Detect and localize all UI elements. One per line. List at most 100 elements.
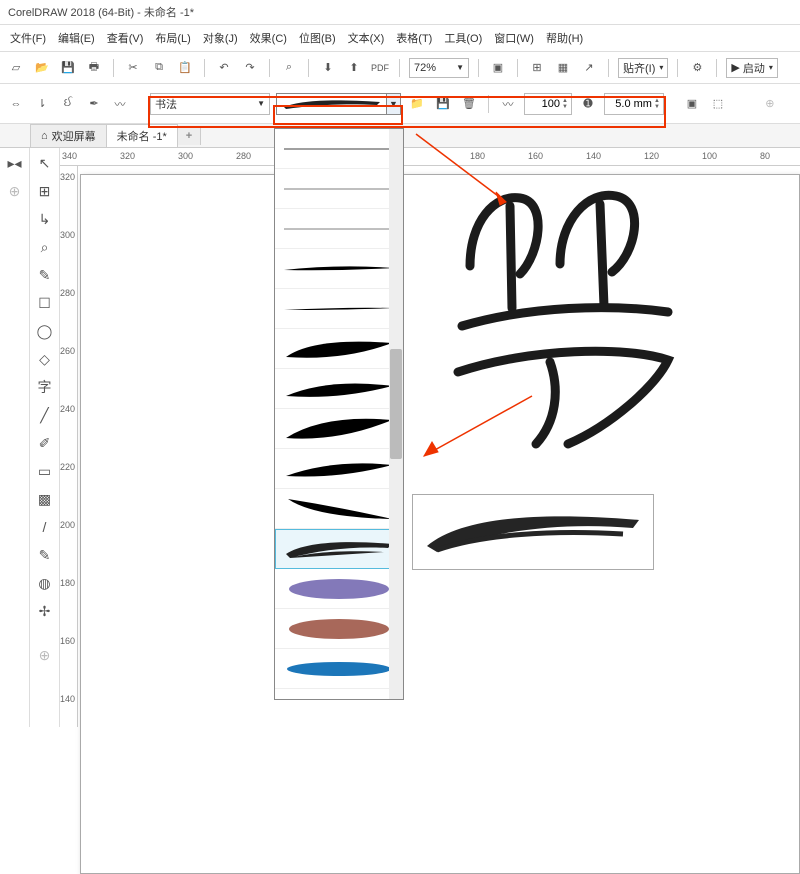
spray-mode-icon[interactable]: ઈ xyxy=(58,94,78,114)
stroke-item[interactable] xyxy=(275,409,403,449)
ruler-tick: 160 xyxy=(60,636,75,646)
spinner-buttons[interactable]: ▲▼ xyxy=(654,98,660,110)
menu-help[interactable]: 帮助(H) xyxy=(542,28,587,48)
save-icon[interactable]: 💾 xyxy=(58,58,78,78)
fullscreen-icon[interactable]: ▣ xyxy=(488,58,508,78)
ruler-tick: 140 xyxy=(60,694,75,704)
scrollbar-thumb[interactable] xyxy=(390,349,402,459)
smoothing-spinner[interactable]: ▲▼ xyxy=(524,93,572,115)
snap-combo[interactable]: 贴齐(I) ▾ xyxy=(618,58,668,78)
stroke-item[interactable] xyxy=(275,169,403,209)
delete-icon[interactable]: 🗑 xyxy=(459,94,479,114)
zoom-combo[interactable]: 72% ▼ xyxy=(409,58,469,78)
ruler-vertical[interactable]: 320 300 280 260 240 220 200 180 160 140 xyxy=(60,166,78,727)
table-tool-icon[interactable]: ▭ xyxy=(34,460,56,482)
chevron-down-icon[interactable]: ▼ xyxy=(386,94,400,114)
pick-tool-icon[interactable]: ↖ xyxy=(34,152,56,174)
pressure-mode-icon[interactable]: 〰 xyxy=(110,94,130,114)
menu-text[interactable]: 文本(X) xyxy=(344,28,389,48)
preset-mode-icon[interactable]: ⇔ xyxy=(6,94,26,114)
brush-mode-icon[interactable]: ⇂ xyxy=(32,94,52,114)
spinner-buttons[interactable]: ▲▼ xyxy=(562,98,568,110)
rulers-icon[interactable]: ⊞ xyxy=(527,58,547,78)
width-input[interactable] xyxy=(608,98,652,110)
menu-bitmap[interactable]: 位图(B) xyxy=(295,28,340,48)
ellipse-tool-icon[interactable]: ◯ xyxy=(34,320,56,342)
interactive-fill-icon[interactable]: ◍ xyxy=(34,572,56,594)
bounding-box-icon[interactable]: ▣ xyxy=(682,94,702,114)
category-combo[interactable]: 书法 ▼ xyxy=(150,93,270,115)
scrollbar[interactable] xyxy=(389,129,403,699)
folder-icon[interactable]: 📁 xyxy=(407,94,427,114)
eyedropper-icon[interactable]: / xyxy=(34,516,56,538)
stroke-item[interactable] xyxy=(275,569,403,609)
start-button[interactable]: ▶ 启动 ▾ xyxy=(726,58,777,78)
menu-effect[interactable]: 效果(C) xyxy=(246,28,291,48)
pdf-icon[interactable]: PDF xyxy=(370,58,390,78)
options-icon[interactable]: ⚙ xyxy=(687,58,707,78)
export-icon[interactable]: ⬆ xyxy=(344,58,364,78)
width-spinner[interactable]: ▲▼ xyxy=(604,93,664,115)
stroke-item[interactable] xyxy=(275,649,403,689)
crosshair-icon[interactable]: ✢ xyxy=(34,600,56,622)
calligraphy-mode-icon[interactable]: ✒ xyxy=(84,94,104,114)
stroke-item[interactable] xyxy=(275,489,403,529)
text-tool-icon[interactable]: 字 xyxy=(34,376,56,398)
menu-tools[interactable]: 工具(O) xyxy=(440,28,486,48)
stroke-item[interactable] xyxy=(275,449,403,489)
redo-icon[interactable]: ↷ xyxy=(240,58,260,78)
separator xyxy=(716,59,717,77)
menu-file[interactable]: 文件(F) xyxy=(6,28,50,48)
freehand-tool-icon[interactable]: ✎ xyxy=(34,264,56,286)
new-icon[interactable]: ▱ xyxy=(6,58,26,78)
stroke-item[interactable] xyxy=(275,369,403,409)
snap-label: 贴齐(I) xyxy=(623,60,655,76)
menu-layout[interactable]: 布局(L) xyxy=(151,28,194,48)
transparency-icon[interactable]: ▩ xyxy=(34,488,56,510)
stroke-item-selected[interactable] xyxy=(275,529,403,569)
ruler-tick: 340 xyxy=(62,151,77,161)
save-preset-icon[interactable]: 💾 xyxy=(433,94,453,114)
undo-icon[interactable]: ↶ xyxy=(214,58,234,78)
menu-view[interactable]: 查看(V) xyxy=(103,28,148,48)
tab-document[interactable]: 未命名 -1* xyxy=(106,124,178,147)
stroke-item[interactable] xyxy=(275,209,403,249)
paste-icon[interactable]: 📋 xyxy=(175,58,195,78)
stroke-item[interactable] xyxy=(275,329,403,369)
stroke-list[interactable] xyxy=(274,128,404,700)
select-inside-icon[interactable]: ⬚ xyxy=(708,94,728,114)
add-tool-icon[interactable]: ⊕ xyxy=(34,644,56,666)
stroke-preset-combo[interactable]: ▼ xyxy=(276,93,401,115)
add-icon[interactable]: ⊕ xyxy=(760,94,780,114)
menu-object[interactable]: 对象(J) xyxy=(199,28,242,48)
menu-table[interactable]: 表格(T) xyxy=(392,28,436,48)
rectangle-tool-icon[interactable]: ☐ xyxy=(34,292,56,314)
stroke-item[interactable] xyxy=(275,129,403,169)
artistic-media-icon[interactable]: ✐ xyxy=(34,432,56,454)
shape-tool-icon[interactable]: ⊞ xyxy=(34,180,56,202)
stroke-item[interactable] xyxy=(275,609,403,649)
plus-icon[interactable]: ⊕ xyxy=(4,180,26,202)
cut-icon[interactable]: ✂ xyxy=(123,58,143,78)
menu-edit[interactable]: 编辑(E) xyxy=(54,28,99,48)
tab-add[interactable]: + xyxy=(177,126,201,145)
stroke-item[interactable] xyxy=(275,249,403,289)
polygon-tool-icon[interactable]: ◇ xyxy=(34,348,56,370)
copy-icon[interactable]: ⧉ xyxy=(149,58,169,78)
import-icon[interactable]: ⬇ xyxy=(318,58,338,78)
tab-welcome[interactable]: ⌂ 欢迎屏幕 xyxy=(30,124,107,147)
smoothing-input[interactable] xyxy=(528,98,560,110)
fill-tool-icon[interactable]: ✎ xyxy=(34,544,56,566)
ruler-tick: 200 xyxy=(60,520,75,530)
grid-icon[interactable]: ▦ xyxy=(553,58,573,78)
crop-tool-icon[interactable]: ↳ xyxy=(34,208,56,230)
menu-window[interactable]: 窗口(W) xyxy=(490,28,538,48)
search-icon[interactable]: ⌕ xyxy=(279,58,299,78)
zoom-tool-icon[interactable]: ⌕ xyxy=(34,236,56,258)
open-icon[interactable]: 📂 xyxy=(32,58,52,78)
guides-icon[interactable]: ↗ xyxy=(579,58,599,78)
nav-left-icon[interactable]: ▸◂ xyxy=(4,152,26,174)
stroke-item[interactable] xyxy=(275,289,403,329)
line-tool-icon[interactable]: ╱ xyxy=(34,404,56,426)
print-icon[interactable]: 🖶 xyxy=(84,58,104,78)
